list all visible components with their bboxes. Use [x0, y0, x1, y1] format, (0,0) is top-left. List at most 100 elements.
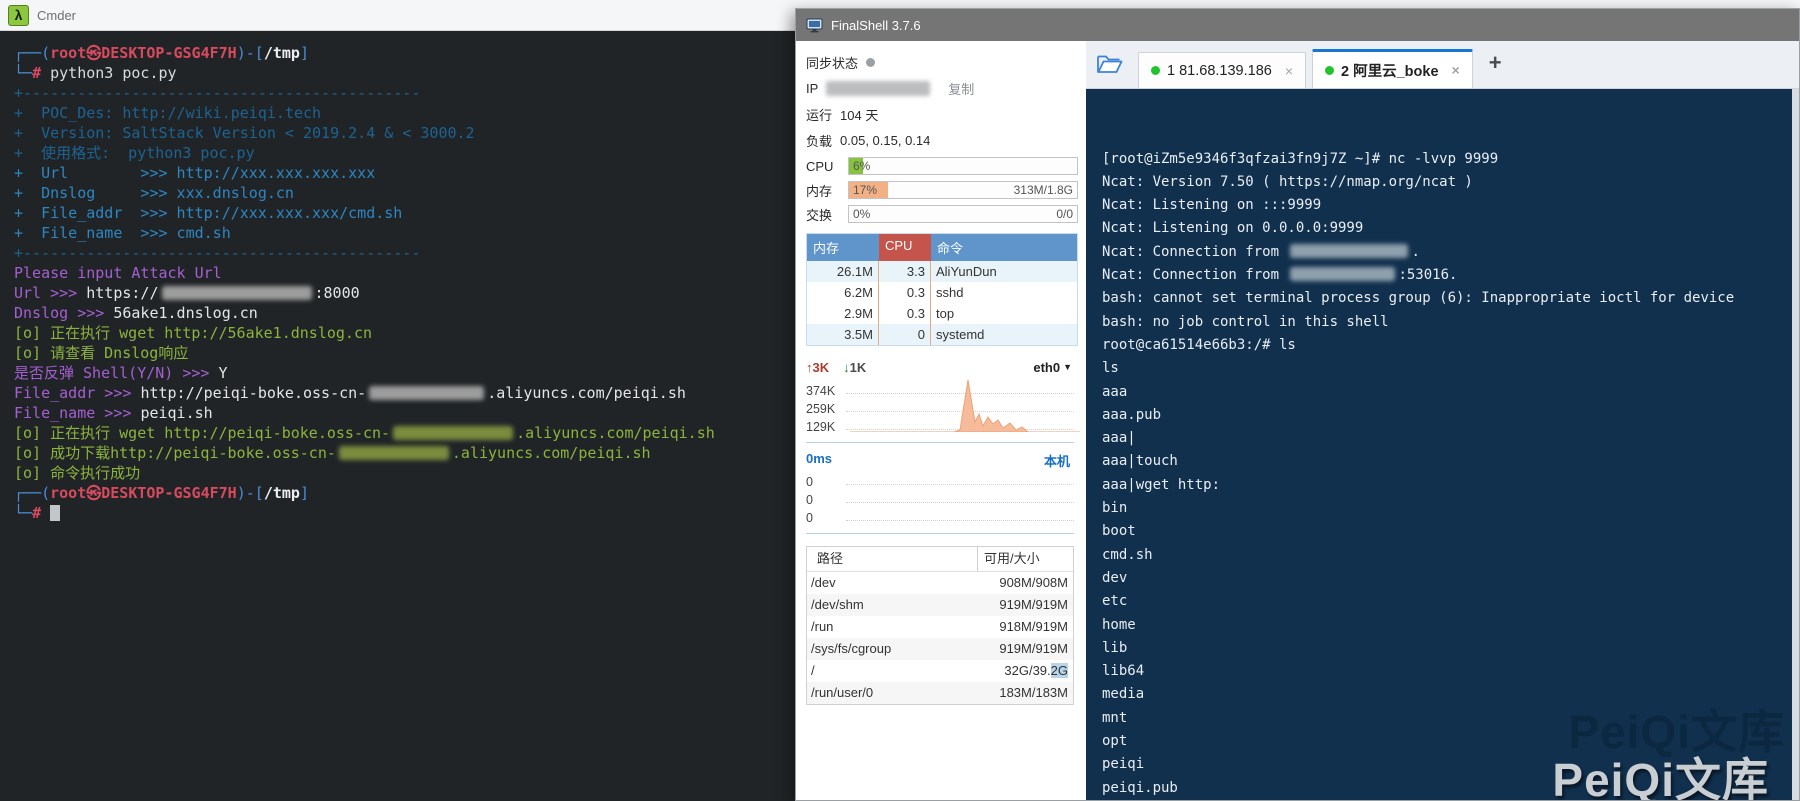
redacted-text — [1290, 244, 1408, 258]
table-row[interactable]: /32G/39.2G — [807, 660, 1073, 682]
terminal-line: aaa|touch — [1102, 450, 1799, 473]
chevron-down-icon: ▼ — [1063, 362, 1072, 372]
gridline — [846, 484, 1074, 485]
terminal-line: cmd.sh — [1102, 544, 1799, 567]
terminal-line: ls — [1102, 357, 1799, 380]
load-value: 0.05, 0.15, 0.14 — [840, 133, 930, 148]
disk-size: 919M/919M — [977, 594, 1073, 616]
finalshell-titlebar[interactable]: FinalShell 3.7.6 — [796, 9, 1799, 41]
interface-name: eth0 — [1033, 360, 1060, 375]
close-tab-icon[interactable]: × — [1285, 63, 1293, 79]
load-label: 负载 — [806, 131, 832, 150]
interface-selector[interactable]: eth0 ▼ — [1033, 360, 1072, 375]
selected-text: 2G — [1051, 663, 1068, 678]
tab-status-dot — [1151, 66, 1160, 75]
swap-label: 交换 — [806, 205, 842, 224]
terminal-scrollbar[interactable] — [1792, 89, 1799, 800]
table-row[interactable]: /dev908M/908M — [807, 572, 1073, 594]
terminal-line: media — [1102, 683, 1799, 706]
terminal-tab[interactable]: 1 81.68.139.186 × — [1138, 52, 1306, 88]
terminal-line: aaa| — [1102, 427, 1799, 450]
ping-graph: 0 0 0 — [806, 471, 1074, 525]
terminal-tab[interactable]: 2 阿里云_boke× — [1312, 49, 1473, 88]
terminal-line: boot — [1102, 520, 1799, 543]
table-row[interactable]: 3.5M0systemd — [807, 324, 1077, 345]
terminal-line: lib — [1102, 637, 1799, 660]
cpu-usage-bar: 6% — [848, 157, 1078, 175]
tab-label: 1 81.68.139.186 — [1167, 63, 1272, 79]
disk-path: /dev — [807, 572, 977, 594]
table-row[interactable]: /dev/shm919M/919M — [807, 594, 1073, 616]
axis-tick-label: 374K — [806, 384, 846, 398]
disk-col-path[interactable]: 路径 — [807, 547, 977, 571]
sync-status-label: 同步状态 — [806, 53, 858, 72]
table-row[interactable]: 6.2M0.3sshd — [807, 282, 1077, 303]
pc-mem: 3.5M — [807, 324, 879, 345]
pc-cpu: 3.3 — [879, 261, 931, 282]
memory-usage-pct: 17% — [853, 183, 877, 197]
ssh-terminal[interactable]: [root@iZm5e9346f3qfzai3fn9j7Z ~]# nc -lv… — [1086, 89, 1799, 800]
disk-path: /dev/shm — [807, 594, 977, 616]
uptime-value: 104 天 — [840, 105, 878, 124]
pc-cmd: sshd — [931, 282, 1077, 303]
watermark-shadow: PeiQi文库 — [1568, 721, 1785, 744]
pc-mem: 2.9M — [807, 303, 879, 324]
monitor-panel: 同步状态 IP 复制 运行 104 天 负载 0.05, 0.15, 0.14 … — [796, 41, 1086, 800]
terminal-line: home — [1102, 614, 1799, 637]
terminal-line: Ncat: Connection from :53016. — [1102, 264, 1799, 287]
table-row[interactable]: /sys/fs/cgroup919M/919M — [807, 638, 1073, 660]
terminal-line: lib64 — [1102, 660, 1799, 683]
process-table: 内存 CPU 命令 26.1M3.3AliYunDun6.2M0.3sshd2.… — [806, 233, 1078, 346]
axis-tick-label: 259K — [806, 402, 846, 416]
disk-path: /sys/fs/cgroup — [807, 638, 977, 660]
disk-size: 919M/919M — [977, 638, 1073, 660]
table-row[interactable]: 26.1M3.3AliYunDun — [807, 261, 1077, 282]
redacted-text — [162, 286, 312, 300]
connection-manager-folder-icon[interactable] — [1096, 53, 1124, 75]
terminal-line: Ncat: Listening on 0.0.0.0:9999 — [1102, 217, 1799, 240]
terminal-line: [root@iZm5e9346f3qfzai3fn9j7Z ~]# nc -lv… — [1102, 148, 1799, 171]
cpu-label: CPU — [806, 159, 842, 174]
redacted-text — [369, 386, 484, 400]
terminal-line: aaa — [1102, 381, 1799, 404]
pc-cpu: 0 — [879, 324, 931, 345]
disk-size: 183M/183M — [977, 682, 1073, 704]
uptime-label: 运行 — [806, 105, 832, 124]
swap-usage-pct: 0% — [853, 207, 870, 221]
terminal-line: Ncat: Version 7.50 ( https://nmap.org/nc… — [1102, 171, 1799, 194]
terminal-line: bash: cannot set terminal process group … — [1102, 287, 1799, 310]
watermark: PeiQi文库 — [1552, 769, 1769, 792]
pc-cpu: 0.3 — [879, 282, 931, 303]
terminal-line: bash: no job control in this shell — [1102, 311, 1799, 334]
terminal-line: aaa|wget http: — [1102, 474, 1799, 497]
graph-row: 0 — [806, 507, 1074, 525]
table-row[interactable]: 2.9M0.3top — [807, 303, 1077, 324]
disk-size: 918M/919M — [977, 616, 1073, 638]
redacted-text — [339, 446, 449, 460]
process-col-cpu[interactable]: CPU — [879, 234, 931, 261]
close-tab-icon[interactable]: × — [1452, 62, 1460, 78]
ping-host-link[interactable]: 本机 — [1044, 451, 1070, 469]
ip-label: IP — [806, 81, 818, 96]
memory-label: 内存 — [806, 181, 842, 200]
pc-mem: 26.1M — [807, 261, 879, 282]
disk-size: 32G/39.2G — [977, 660, 1073, 682]
axis-tick-label: 0 — [806, 511, 846, 525]
disk-table-header: 路径 可用/大小 — [807, 547, 1073, 572]
process-col-command[interactable]: 命令 — [931, 234, 1077, 261]
copy-ip-button[interactable]: 复制 — [948, 79, 974, 98]
new-tab-button[interactable]: + — [1479, 50, 1512, 76]
process-col-memory[interactable]: 内存 — [807, 234, 879, 261]
terminal-line: aaa.pub — [1102, 404, 1799, 427]
disk-col-size[interactable]: 可用/大小 — [977, 547, 1073, 571]
graph-row: 0 — [806, 471, 1074, 489]
pc-cmd: systemd — [931, 324, 1077, 345]
redacted-text — [1290, 267, 1395, 281]
memory-usage-value: 313M/1.8G — [1014, 183, 1073, 197]
axis-tick-label: 0 — [806, 493, 846, 507]
redacted-text — [393, 426, 513, 440]
table-row[interactable]: /run/user/0183M/183M — [807, 682, 1073, 704]
axis-tick-label: 0 — [806, 475, 846, 489]
memory-usage-bar: 17% 313M/1.8G — [848, 181, 1078, 199]
table-row[interactable]: /run918M/919M — [807, 616, 1073, 638]
